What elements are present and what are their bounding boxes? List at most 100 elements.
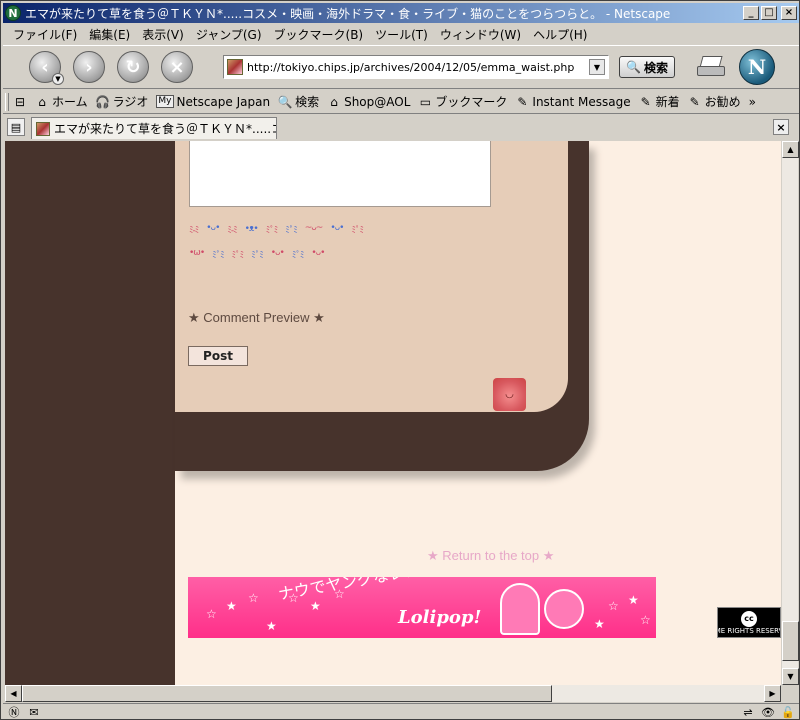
emoticon-row-1: ﾐ-ﾐ •ᴗ• ﾐ-ﾐ •ᴥ• ﾐﾟﾐ ﾐﾟﾐ ~ᴗ~ •ᴗ• ﾐﾟﾐ <box>189 223 364 236</box>
menu-window[interactable]: ウィンドウ(W) <box>434 26 527 43</box>
recommended-button[interactable]: ✎ お勧め <box>684 93 745 110</box>
print-icon[interactable] <box>696 54 727 80</box>
menu-edit[interactable]: 編集(E) <box>83 26 136 43</box>
comment-textarea[interactable] <box>189 141 491 207</box>
reload-button[interactable]: ↻ <box>117 51 149 83</box>
emoticon[interactable]: •ω• <box>189 248 205 261</box>
lolipop-banner[interactable]: ☆★☆ ★☆★ ☆★☆ ★☆ ナウでヤングなレンタルサーバー Lolipop! <box>188 577 656 638</box>
radio-button[interactable]: 🎧 ラジオ <box>92 93 153 110</box>
netscape-logo-icon[interactable]: N <box>738 49 775 85</box>
back-history-dropdown-icon[interactable]: ▼ <box>52 73 64 85</box>
toolbar-overflow-button[interactable]: » <box>745 95 760 109</box>
home-label: ホーム <box>52 95 88 109</box>
banner-logo: Lolipop! <box>398 607 482 628</box>
emoticon[interactable]: ﾐ-ﾐ <box>227 223 237 236</box>
new-arrivals-label: 新着 <box>655 95 680 109</box>
recommended-label: お勧め <box>704 95 741 109</box>
forward-button[interactable]: › <box>73 51 105 83</box>
tab-active[interactable]: エマが来たりて草を食う＠ＴＫＹＮ*.....コスメ... <box>31 117 277 139</box>
shop-icon: ⌂ <box>330 94 338 109</box>
menu-file[interactable]: ファイル(F) <box>7 26 83 43</box>
site-favicon-icon <box>227 59 243 75</box>
emoticon[interactable]: •ᴥ• <box>245 223 259 236</box>
privacy-eye-icon: 👁 <box>761 705 775 719</box>
toolbar-menu-button[interactable]: ⊟ <box>9 95 31 109</box>
netscape-app-icon: N <box>5 5 21 21</box>
menu-tools[interactable]: ツール(T) <box>369 26 434 43</box>
emoticon[interactable]: •ᴗ• <box>311 248 325 261</box>
vertical-scrollbar[interactable]: ▲ ▼ <box>781 141 799 685</box>
emoticon-row-2: •ω• ﾐﾟﾐ ﾐﾟﾐ ﾐﾟﾐ •ᴗ• ﾐﾟﾐ •ᴗ• <box>189 248 325 261</box>
horizontal-scrollbar[interactable]: ◀ ▶ <box>5 685 781 702</box>
menu-help[interactable]: ヘルプ(H) <box>527 26 593 43</box>
search-icon: 🔍 <box>277 94 293 109</box>
back-button[interactable]: ‹ ▼ <box>29 51 64 85</box>
window-title: エマが来たりて草を食う＠ＴＫＹＮ*.....コスメ・映画・海外ドラマ・食・ライブ… <box>25 6 671 21</box>
emoticon[interactable]: ﾐﾟﾐ <box>285 223 297 236</box>
home-button[interactable]: ⌂ ホーム <box>31 93 92 110</box>
maximize-button[interactable]: □ <box>761 6 777 20</box>
emoticon[interactable]: ~ᴗ~ <box>305 223 324 236</box>
tab-favicon-icon <box>36 121 50 136</box>
emoticon[interactable]: ﾐﾟﾐ <box>266 223 278 236</box>
emoticon[interactable]: •ᴗ• <box>206 223 220 236</box>
bookmarks-label: ブックマーク <box>435 95 508 109</box>
scroll-down-icon[interactable]: ▼ <box>782 668 799 685</box>
scroll-up-icon[interactable]: ▲ <box>782 141 799 158</box>
netscape-japan-button[interactable]: My Netscape Japan <box>152 95 274 109</box>
netscape-japan-label: Netscape Japan <box>176 94 271 109</box>
search-button[interactable]: 🔍 検索 <box>619 56 675 78</box>
toolbar-search-button[interactable]: 🔍 検索 <box>274 93 323 110</box>
instant-message-button[interactable]: ✎ Instant Message <box>511 95 634 109</box>
url-history-dropdown-icon[interactable]: ▼ <box>589 59 605 75</box>
bookmark-link-icon: ✎ <box>689 94 700 109</box>
home-icon: ⌂ <box>38 94 46 109</box>
creative-commons-badge[interactable]: cc SOME RIGHTS RESERVED <box>717 607 781 638</box>
menu-bar: ファイル(F) 編集(E) 表示(V) ジャンプ(G) ブックマーク(B) ツー… <box>3 24 799 44</box>
menu-view[interactable]: 表示(V) <box>136 26 190 43</box>
close-tab-button[interactable]: × <box>773 119 789 135</box>
menu-go[interactable]: ジャンプ(G) <box>190 26 268 43</box>
new-arrivals-button[interactable]: ✎ 新着 <box>635 93 684 110</box>
security-lock-icon: 🔓 <box>781 705 795 719</box>
search-button-label: 検索 <box>643 60 668 75</box>
shop-aol-button[interactable]: ⌂ Shop@AOL <box>323 95 414 109</box>
horizontal-scroll-thumb[interactable] <box>22 685 552 702</box>
new-tab-icon[interactable]: ▤ <box>7 118 25 136</box>
emoticon[interactable]: ﾐﾟﾐ <box>351 223 363 236</box>
bookmarks-folder-button[interactable]: ▭ ブックマーク <box>414 93 511 110</box>
menu-bookmarks[interactable]: ブックマーク(B) <box>268 26 370 43</box>
back-arrow-icon: ‹ <box>41 56 49 78</box>
mail-status-icon[interactable]: ✉ <box>27 705 41 719</box>
reload-icon: ↻ <box>125 56 141 78</box>
toolbar-search-label: 検索 <box>295 95 320 109</box>
minimize-button[interactable]: _ <box>743 6 759 20</box>
scroll-right-icon[interactable]: ▶ <box>764 685 781 702</box>
emoticon[interactable]: ﾐﾟﾐ <box>292 248 304 261</box>
cc-icon: cc <box>741 610 757 627</box>
stop-button[interactable]: × <box>161 51 193 83</box>
headphones-icon: 🎧 <box>95 94 111 109</box>
folder-icon: ▭ <box>419 94 432 109</box>
tab-label: エマが来たりて草を食う＠ＴＫＹＮ*.....コスメ... <box>54 122 276 136</box>
scroll-left-icon[interactable]: ◀ <box>5 685 22 702</box>
emoticon[interactable]: •ᴗ• <box>330 223 344 236</box>
left-column <box>5 141 175 685</box>
emoticon[interactable]: •ᴗ• <box>271 248 285 261</box>
forward-arrow-icon: › <box>85 56 93 78</box>
post-button[interactable]: Post <box>188 346 248 366</box>
tabs-menu-icon: ⊟ <box>14 94 26 109</box>
emoticon[interactable]: ﾐﾟﾐ <box>251 248 263 261</box>
netscape-status-icon[interactable]: Ⓝ <box>7 705 21 719</box>
return-to-top-link[interactable]: ★ Return to the top ★ <box>427 548 554 564</box>
url-input[interactable] <box>243 60 589 74</box>
browser-window: N エマが来たりて草を食う＠ＴＫＹＮ*.....コスメ・映画・海外ドラマ・食・ラ… <box>0 0 800 720</box>
vertical-scroll-thumb[interactable] <box>782 621 799 661</box>
close-window-button[interactable]: × <box>781 6 797 20</box>
page-content: ﾐ-ﾐ •ᴗ• ﾐ-ﾐ •ᴥ• ﾐﾟﾐ ﾐﾟﾐ ~ᴗ~ •ᴗ• ﾐﾟﾐ •ω• … <box>5 141 781 685</box>
emoticon[interactable]: ﾐﾟﾐ <box>212 248 224 261</box>
address-bar[interactable]: ▼ <box>223 55 609 79</box>
emoticon[interactable]: ﾐ-ﾐ <box>189 223 199 236</box>
bookmark-link-icon: ✎ <box>517 94 528 109</box>
emoticon[interactable]: ﾐﾟﾐ <box>232 248 244 261</box>
